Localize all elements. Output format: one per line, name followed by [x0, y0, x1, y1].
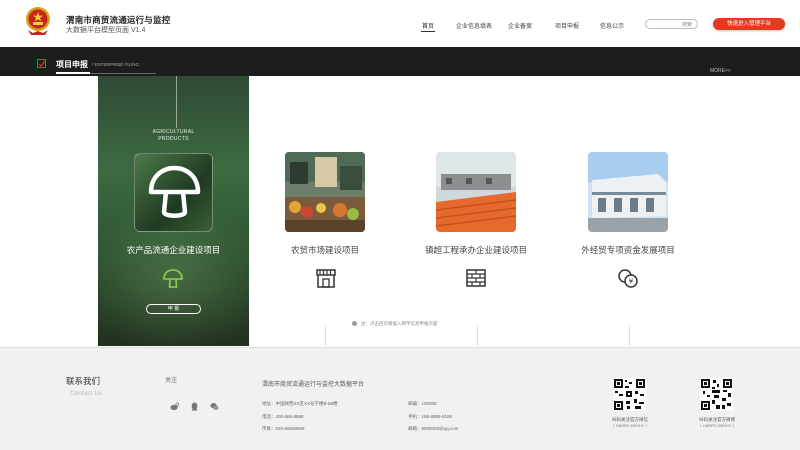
nav-project-apply[interactable]: 项目申报	[555, 21, 579, 30]
town-supermarket-project-image[interactable]	[436, 152, 516, 232]
market-project-name[interactable]: 农贸市场建设项目	[255, 244, 395, 256]
nav-active-underline	[421, 31, 435, 32]
apply-note: 注：点击后可根据入网平信息申报页面	[352, 321, 438, 327]
weibo-icon[interactable]	[170, 402, 179, 411]
footer-platform-name: 渭南市商贸流通运行与监控大数据平台	[262, 382, 365, 388]
contact-title: 联系我们	[66, 376, 101, 386]
more-link[interactable]: MORE>>	[710, 68, 731, 74]
town-supermarket-project-name[interactable]: 镇超工程承办企业建设项目	[406, 244, 546, 256]
footer-postcode: 邮编：100000	[408, 401, 437, 406]
nav-info-publicity[interactable]: 信息公示	[600, 21, 624, 30]
market-stall-icon	[316, 269, 336, 288]
column-divider	[325, 325, 326, 346]
wechat-icon[interactable]	[210, 402, 219, 411]
weibo-qr-subcaption: （ HARRY-DESHY ）	[697, 423, 737, 428]
section-underline-active	[56, 72, 90, 74]
wechat-qr-subcaption: （ HARRY-DESHY ）	[610, 423, 650, 428]
svg-text:¥: ¥	[629, 278, 634, 286]
weibo-qr-code	[700, 378, 733, 411]
filing-icon	[37, 59, 47, 68]
qq-icon[interactable]	[190, 402, 199, 411]
nav-enterprise-filing[interactable]: 企业备案	[508, 21, 532, 30]
coins-icon: ¥	[618, 269, 638, 288]
wechat-qr-code	[613, 378, 646, 411]
mushroom-icon	[148, 165, 201, 218]
column-divider	[477, 325, 478, 346]
brick-wall-icon	[466, 269, 486, 287]
featured-image	[134, 153, 213, 232]
search-placeholder: 搜索	[681, 22, 692, 28]
national-emblem-icon	[26, 7, 50, 35]
footer-address: 地址：中国陕西XX区XX号学楼B-88楼	[262, 401, 338, 406]
apply-button[interactable]: 申 报	[146, 304, 201, 314]
footer-email: 邮箱：8008008@qq.com	[408, 426, 459, 431]
market-project-image[interactable]	[285, 152, 365, 232]
nav-home[interactable]: 首页	[422, 21, 434, 30]
site-footer: 联系我们 Contact Us 关注 渭南市商贸流通运行与监控大数据平台 地址：…	[0, 347, 800, 450]
featured-project-card[interactable]: AGRICULTURAL PRODUCTS 农产品流通企业建设项目 申 报	[98, 76, 249, 346]
featured-divider-line	[176, 76, 177, 128]
foreign-trade-project-name[interactable]: 外经贸专项资金发展项目	[558, 244, 698, 256]
site-header: 渭南市商贸流通运行与监控 大数据平台模型页面 V1.4 首页 企业信息填表 企业…	[0, 0, 800, 47]
footer-fax: 传真：020-66668888	[262, 426, 305, 431]
footer-mobile: 手机：188-8888-5188	[408, 414, 453, 419]
footer-phone: 电话：400-888-8888	[262, 414, 304, 419]
section-title: 项目申报	[56, 60, 88, 69]
foreign-trade-project-image[interactable]	[588, 152, 668, 232]
site-subtitle: 大数据平台模型页面 V1.4	[66, 27, 146, 34]
follow-label: 关注	[165, 378, 178, 384]
column-divider	[629, 325, 630, 346]
mushroom-outline-icon	[163, 269, 183, 288]
featured-category-line1: AGRICULTURAL	[152, 129, 195, 135]
featured-category-line2: PRODUCTS	[158, 136, 189, 142]
section-title-en: / ENTERPRISE FILING	[92, 62, 140, 67]
search-input[interactable]: 搜索	[645, 19, 698, 29]
info-icon	[352, 321, 357, 327]
featured-project-name: 农产品流通企业建设项目	[126, 245, 221, 255]
apply-note-text: 注：点击后可根据入网平信息申报页面	[361, 321, 438, 326]
section-bar: 项目申报 / ENTERPRISE FILING MORE>>	[0, 47, 800, 76]
enter-admin-button[interactable]: 快速进入管理平台	[713, 18, 785, 30]
contact-title-en: Contact Us	[70, 390, 103, 397]
nav-enterprise-info[interactable]: 企业信息填表	[456, 21, 492, 30]
